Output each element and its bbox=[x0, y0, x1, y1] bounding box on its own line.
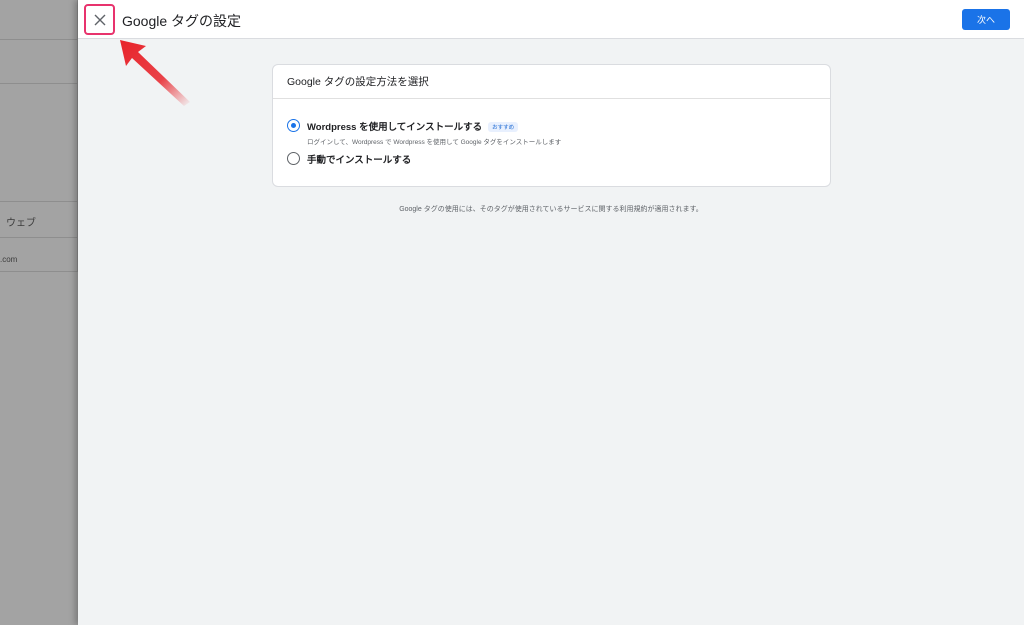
background-cell: .com bbox=[0, 238, 78, 272]
background-cell-label: .com bbox=[0, 255, 18, 264]
panel-header: Google タグの設定 次へ bbox=[78, 0, 1024, 39]
option-text: 手動でインストールする bbox=[307, 152, 411, 166]
option-manual[interactable]: 手動でインストールする bbox=[287, 152, 411, 166]
close-icon bbox=[94, 14, 105, 25]
card-title: Google タグの設定方法を選択 bbox=[273, 65, 830, 99]
recommended-badge: おすすめ bbox=[488, 122, 519, 133]
background-cell bbox=[0, 40, 78, 84]
setup-method-card: Google タグの設定方法を選択 Wordpress を使用してインストールす… bbox=[272, 64, 831, 187]
option-label: 手動でインストールする bbox=[307, 155, 412, 166]
next-button[interactable]: 次へ bbox=[962, 9, 1010, 30]
option-label: Wordpress を使用してインストールする おすすめ bbox=[307, 119, 561, 133]
background-cell: ウェブ bbox=[0, 202, 78, 238]
tag-setup-panel: Google タグの設定 次へ Google タグの設定方法を選択 Wordpr… bbox=[78, 0, 1024, 625]
option-wordpress[interactable]: Wordpress を使用してインストールする おすすめ ログインして、Wordp… bbox=[287, 119, 561, 146]
radio-button[interactable] bbox=[287, 152, 300, 165]
background-cell-label: ウェブ bbox=[6, 218, 36, 229]
background-cell bbox=[0, 0, 78, 40]
option-description: ログインして、Wordpress で Wordpress を使用して Googl… bbox=[307, 139, 562, 146]
background-page: ウェブ .com bbox=[0, 0, 80, 625]
radio-button-selected[interactable] bbox=[287, 119, 300, 132]
annotation-arrow-icon bbox=[120, 40, 190, 106]
terms-note: Google タグの使用には、そのタグが使用されているサービスに関する利用規約が… bbox=[399, 206, 703, 213]
background-cell bbox=[0, 84, 78, 202]
panel-title: Google タグの設定 bbox=[122, 13, 242, 29]
option-label-text: Wordpress を使用してインストールする bbox=[307, 122, 483, 133]
option-text: Wordpress を使用してインストールする おすすめ ログインして、Wordp… bbox=[307, 119, 561, 146]
close-button[interactable] bbox=[84, 4, 115, 35]
